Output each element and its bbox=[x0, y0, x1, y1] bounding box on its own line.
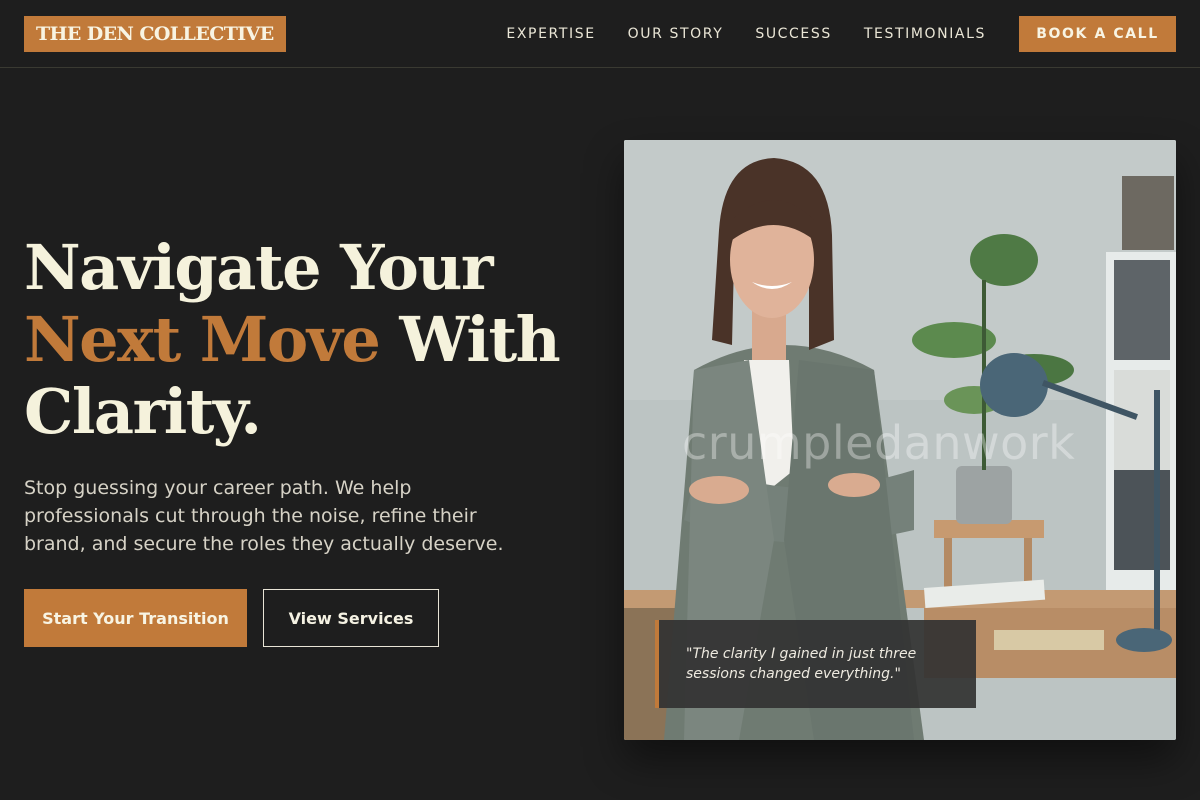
hero-subtext: Stop guessing your career path. We help … bbox=[24, 477, 504, 555]
headline-accent: Next Move bbox=[24, 303, 381, 376]
hero-headline: Navigate Your Next Move With Clarity. bbox=[24, 232, 604, 448]
testimonial-quote: "The clarity I gained in just three sess… bbox=[686, 646, 917, 682]
view-services-button[interactable]: View Services bbox=[263, 589, 439, 647]
nav-link-success[interactable]: SUCCESS bbox=[755, 26, 832, 42]
brand-logo[interactable]: THE DEN COLLECTIVE bbox=[24, 16, 286, 52]
headline-line-2: With bbox=[399, 303, 560, 376]
photo-watermark: crumpledanwork bbox=[682, 416, 1076, 470]
nav-link-expertise[interactable]: EXPERTISE bbox=[506, 26, 595, 42]
nav-link-our-story[interactable]: OUR STORY bbox=[628, 26, 724, 42]
main-nav: EXPERTISE OUR STORY SUCCESS TESTIMONIALS bbox=[506, 0, 986, 68]
nav-link-testimonials[interactable]: TESTIMONIALS bbox=[864, 26, 986, 42]
headline-line-3: Clarity. bbox=[24, 375, 262, 448]
headline-line-1: Navigate Your bbox=[24, 231, 494, 304]
book-a-call-button[interactable]: BOOK A CALL bbox=[1019, 16, 1176, 52]
start-transition-button[interactable]: Start Your Transition bbox=[24, 589, 247, 647]
site-header: THE DEN COLLECTIVE EXPERTISE OUR STORY S… bbox=[0, 0, 1200, 68]
testimonial-quote-card: "The clarity I gained in just three sess… bbox=[655, 620, 976, 708]
